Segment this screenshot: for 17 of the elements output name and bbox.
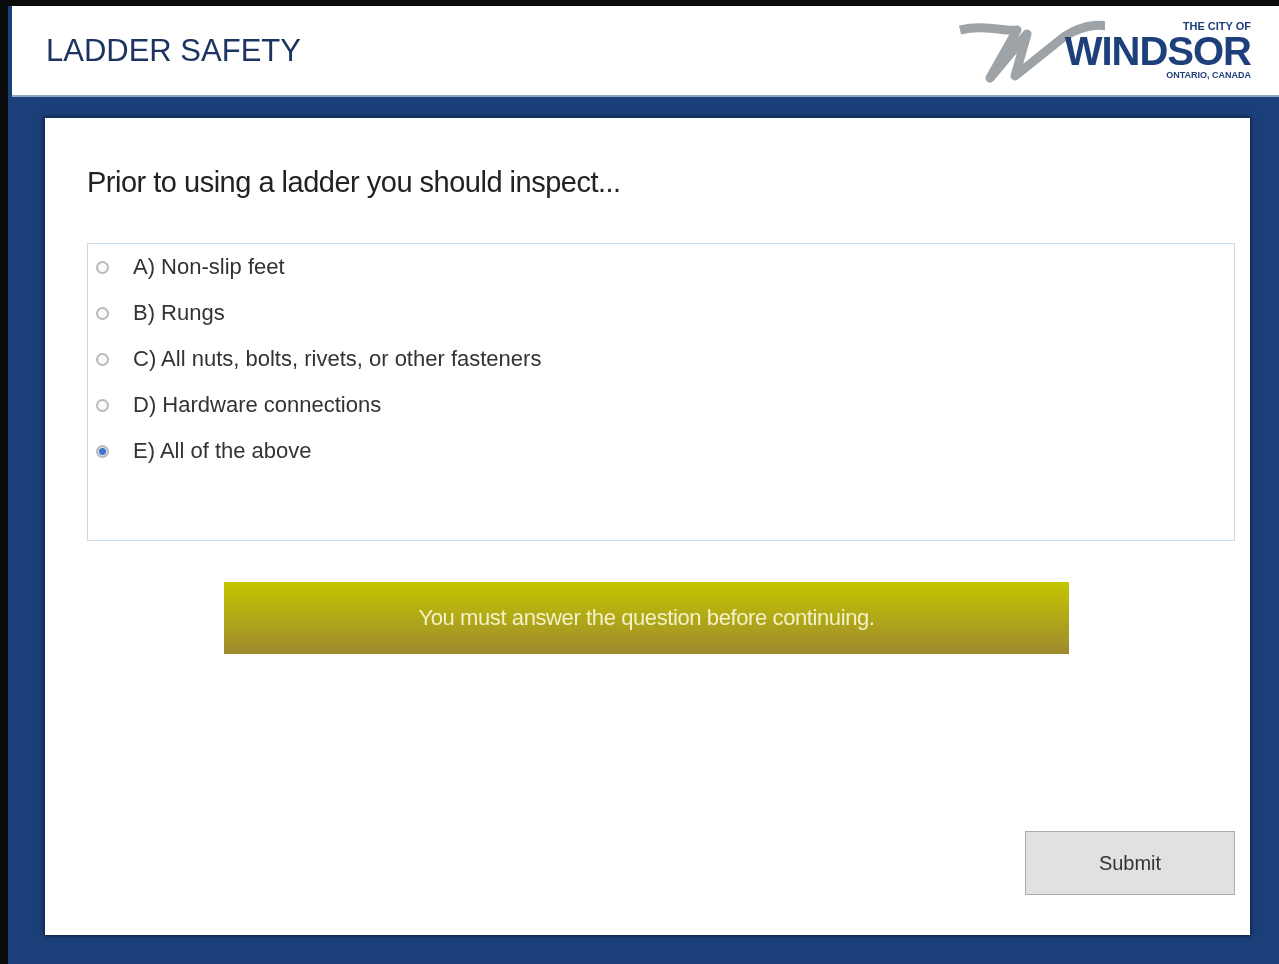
- option-label[interactable]: E) All of the above: [133, 438, 312, 464]
- option-label[interactable]: C) All nuts, bolts, rivets, or other fasteners: [133, 346, 542, 372]
- course-title: LADDER SAFETY: [46, 32, 301, 69]
- submit-button[interactable]: Submit: [1025, 831, 1235, 895]
- logo-text: THE CITY OF: [1182, 20, 1251, 32]
- logo-name: WINDSOR: [1064, 31, 1251, 70]
- option-label[interactable]: A) Non-slip feet: [133, 254, 285, 280]
- radio-button[interactable]: [96, 306, 109, 320]
- logo-subtitle: ONTARIO, CANADA: [1166, 69, 1251, 81]
- question-prompt: Prior to using a ladder you should inspect...: [87, 166, 622, 199]
- radio-button[interactable]: [96, 352, 109, 366]
- option-label[interactable]: B) Rungs: [133, 300, 225, 326]
- warning-message: You must answer the question before continuing.: [418, 605, 875, 631]
- radio-button[interactable]: [96, 260, 109, 274]
- option-label[interactable]: D) Hardware connections: [133, 392, 382, 418]
- radio-button[interactable]: [96, 444, 109, 458]
- radio-button[interactable]: [96, 398, 109, 412]
